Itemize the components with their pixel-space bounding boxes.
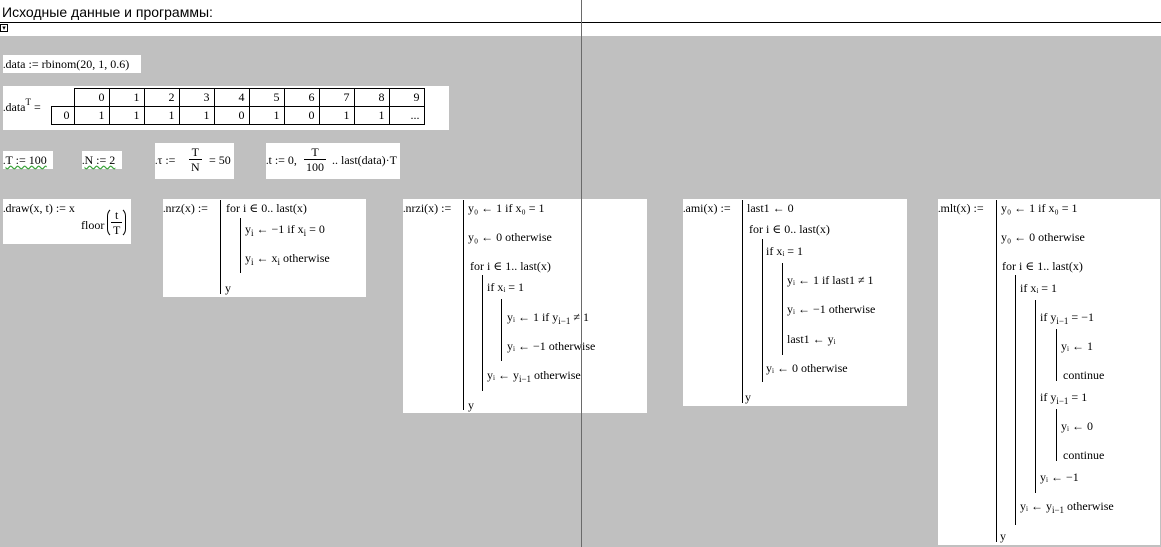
t-range-definition[interactable]: .t := 0, T 100 .. last(data)·T bbox=[266, 143, 400, 179]
if-bar-inner bbox=[1056, 329, 1057, 381]
loop-bar bbox=[482, 275, 483, 391]
loop-bar bbox=[240, 218, 241, 273]
loop-bar bbox=[1015, 275, 1016, 525]
col-header: 6 bbox=[283, 88, 320, 107]
page-break-line bbox=[581, 0, 582, 547]
tau-fraction: TN bbox=[189, 145, 202, 174]
region-collapse-toggle[interactable]: ▾ bbox=[0, 24, 8, 32]
region-title: Исходные данные и программы: bbox=[0, 3, 215, 21]
data-variable: data bbox=[5, 57, 26, 71]
matrix-cell: 0 bbox=[213, 106, 250, 125]
matrix-cell: 1 bbox=[248, 106, 285, 125]
draw-function[interactable]: .draw(x, t) := x floor tT bbox=[3, 199, 131, 244]
matrix-cell: ... bbox=[388, 106, 425, 125]
nrz-program[interactable]: .nrz(x) := for i ∈ 0.. last(x) yi ← −1 i… bbox=[163, 199, 366, 297]
matrix-cell: 1 bbox=[108, 106, 145, 125]
col-header: 2 bbox=[143, 88, 180, 107]
matrix-cell: 1 bbox=[178, 106, 215, 125]
result-matrix: 0 1 2 3 4 5 6 7 8 9 0 1 1 1 1 0 1 0 1 1 … bbox=[51, 88, 425, 125]
col-header: 9 bbox=[388, 88, 425, 107]
program-bar bbox=[742, 200, 743, 403]
col-header: 4 bbox=[213, 88, 250, 107]
mlt-program[interactable]: .mlt(x) := y₀ ← 1 if x₀ = 1 y₀ ← 0 other… bbox=[938, 199, 1160, 545]
N-definition[interactable]: .N := 2 bbox=[82, 151, 122, 169]
if-bar bbox=[1035, 300, 1036, 493]
if-bar-inner bbox=[1056, 409, 1057, 461]
row-header: 0 bbox=[51, 106, 75, 125]
matrix-data-row: 0 1 1 1 1 0 1 0 1 1 ... bbox=[51, 106, 425, 125]
col-header: 1 bbox=[108, 88, 145, 107]
program-bar bbox=[996, 200, 997, 542]
matrix-cell: 1 bbox=[143, 106, 180, 125]
t-fraction: T 100 bbox=[304, 145, 326, 174]
data-definition[interactable]: .data := rbinom(20, 1, 0.6) bbox=[3, 55, 141, 73]
matrix-cell: 1 bbox=[318, 106, 355, 125]
col-header: 8 bbox=[353, 88, 390, 107]
col-header: 7 bbox=[318, 88, 355, 107]
program-bar bbox=[463, 200, 464, 410]
nrzi-program[interactable]: .nrzi(x) := y₀ ← 1 if x₀ = 1 y₀ ← 0 othe… bbox=[403, 199, 647, 413]
loop-bar bbox=[762, 239, 763, 382]
data-transpose-display[interactable]: .dataT = 0 1 2 3 4 5 6 7 8 9 0 1 1 1 1 0… bbox=[3, 86, 449, 130]
col-header: 3 bbox=[178, 88, 215, 107]
col-header: 0 bbox=[73, 88, 110, 107]
T-definition[interactable]: .T := 100 bbox=[3, 151, 53, 169]
ami-program[interactable]: .ami(x) := last1 ← 0 for i ∈ 0.. last(x)… bbox=[683, 199, 907, 406]
program-bar bbox=[220, 200, 221, 294]
floor-argument: tT bbox=[107, 207, 127, 238]
matrix-cell: 1 bbox=[353, 106, 390, 125]
matrix-cell: 1 bbox=[73, 106, 110, 125]
rbinom-call: rbinom(20, 1, 0.6) bbox=[41, 57, 130, 71]
matrix-header-row: 0 1 2 3 4 5 6 7 8 9 bbox=[51, 88, 425, 107]
tau-definition[interactable]: .τ := TN = 50 bbox=[155, 143, 234, 179]
if-bar bbox=[782, 263, 783, 355]
matrix-cell: 0 bbox=[283, 106, 320, 125]
col-header: 5 bbox=[248, 88, 285, 107]
if-bar bbox=[501, 299, 502, 361]
